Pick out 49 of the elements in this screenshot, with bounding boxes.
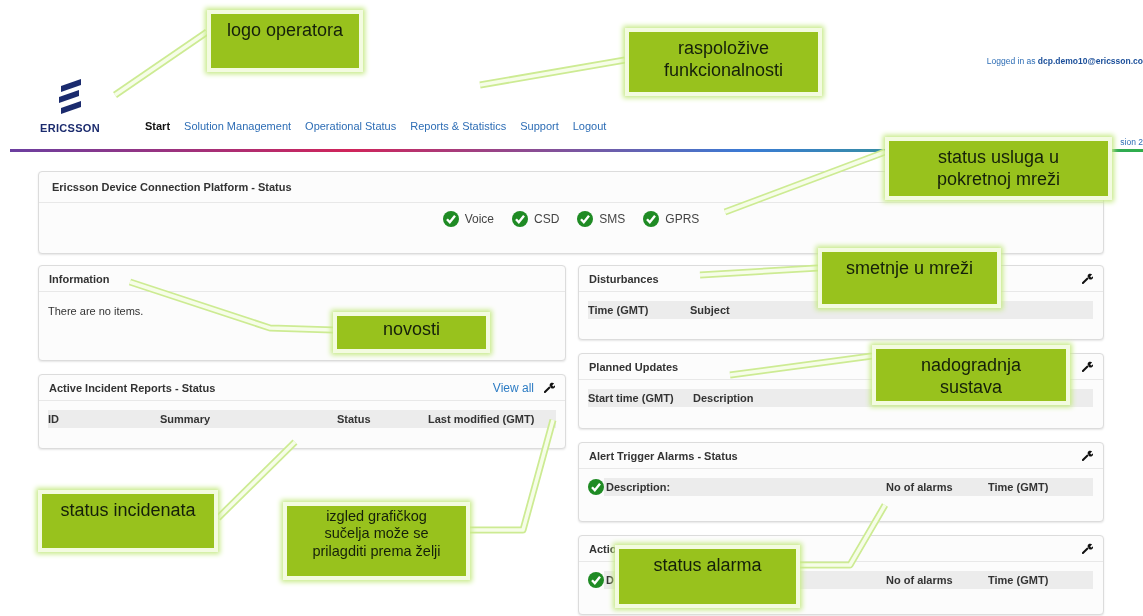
annotation-callout: novosti xyxy=(333,312,490,353)
service-label: GPRS xyxy=(665,212,700,226)
nav-link[interactable]: Support xyxy=(520,120,559,132)
column-header: Time (GMT) xyxy=(988,481,1050,493)
panel-title: Disturbances xyxy=(589,272,659,285)
panel-title: Planned Updates xyxy=(589,360,679,373)
column-header: D xyxy=(606,574,615,586)
nav-link[interactable]: Operational Status xyxy=(305,120,397,132)
annotation-callout: izgled grafičkog sučelja može se prilagditi prema želji xyxy=(283,502,470,580)
nav-link[interactable]: Solution Management xyxy=(184,120,292,132)
panel-title: Ericsson Device Connection Platform - Status xyxy=(52,181,292,193)
service-label: CSD xyxy=(534,212,560,226)
empty-message: There are no items. xyxy=(48,304,145,317)
column-header: Start time (GMT) xyxy=(588,392,675,404)
wrench-icon[interactable] xyxy=(1082,273,1093,284)
wrench-icon[interactable] xyxy=(1082,450,1093,461)
column-header: Description: xyxy=(606,481,672,493)
service-label: Voice xyxy=(464,212,494,226)
column-header: Time (GMT) xyxy=(588,304,650,316)
annotation-callout: status usluga u pokretnoj mreži xyxy=(885,137,1112,200)
column-header: No of alarms xyxy=(886,481,954,493)
annotation-callout: logo operatora xyxy=(207,10,363,72)
user-info: Logged in as dcp.demo10@ericsson.co xyxy=(986,56,1143,66)
annotation-callout: status incidenata xyxy=(38,490,218,552)
annotation-callout: status alarma xyxy=(615,545,800,608)
column-header: No of alarms xyxy=(886,574,954,586)
panel-title: Information xyxy=(49,272,110,285)
column-header: Subject xyxy=(690,304,731,316)
column-header: Last modified (GMT) xyxy=(428,413,536,425)
service-label: SMS xyxy=(599,212,626,226)
nav-link[interactable]: Logout xyxy=(572,120,607,132)
view-all-link[interactable]: View all xyxy=(492,380,534,395)
wrench-icon[interactable] xyxy=(1082,361,1093,372)
column-header: Summary xyxy=(160,413,212,425)
wrench-icon[interactable] xyxy=(544,382,555,393)
column-header: ID xyxy=(48,413,60,425)
nav-link[interactable]: Reports & Statistics xyxy=(410,120,507,132)
column-header: Time (GMT) xyxy=(988,574,1050,586)
version-text: sion 2 xyxy=(1120,136,1143,147)
wrench-icon[interactable] xyxy=(1082,543,1093,554)
annotation-callout: smetnje u mreži xyxy=(818,248,1001,308)
annotation-callout: raspoložive funkcionalnosti xyxy=(625,28,822,96)
column-header: Status xyxy=(337,413,372,425)
panel-title: Alert Trigger Alarms - Status xyxy=(589,449,738,462)
logo-text: ERICSSON xyxy=(40,122,100,134)
nav-link[interactable]: Start xyxy=(145,120,171,132)
column-header: Description xyxy=(693,392,755,404)
panel-title: Active Incident Reports - Status xyxy=(49,381,216,394)
annotation-callout: nadogradnja sustava xyxy=(872,345,1070,405)
